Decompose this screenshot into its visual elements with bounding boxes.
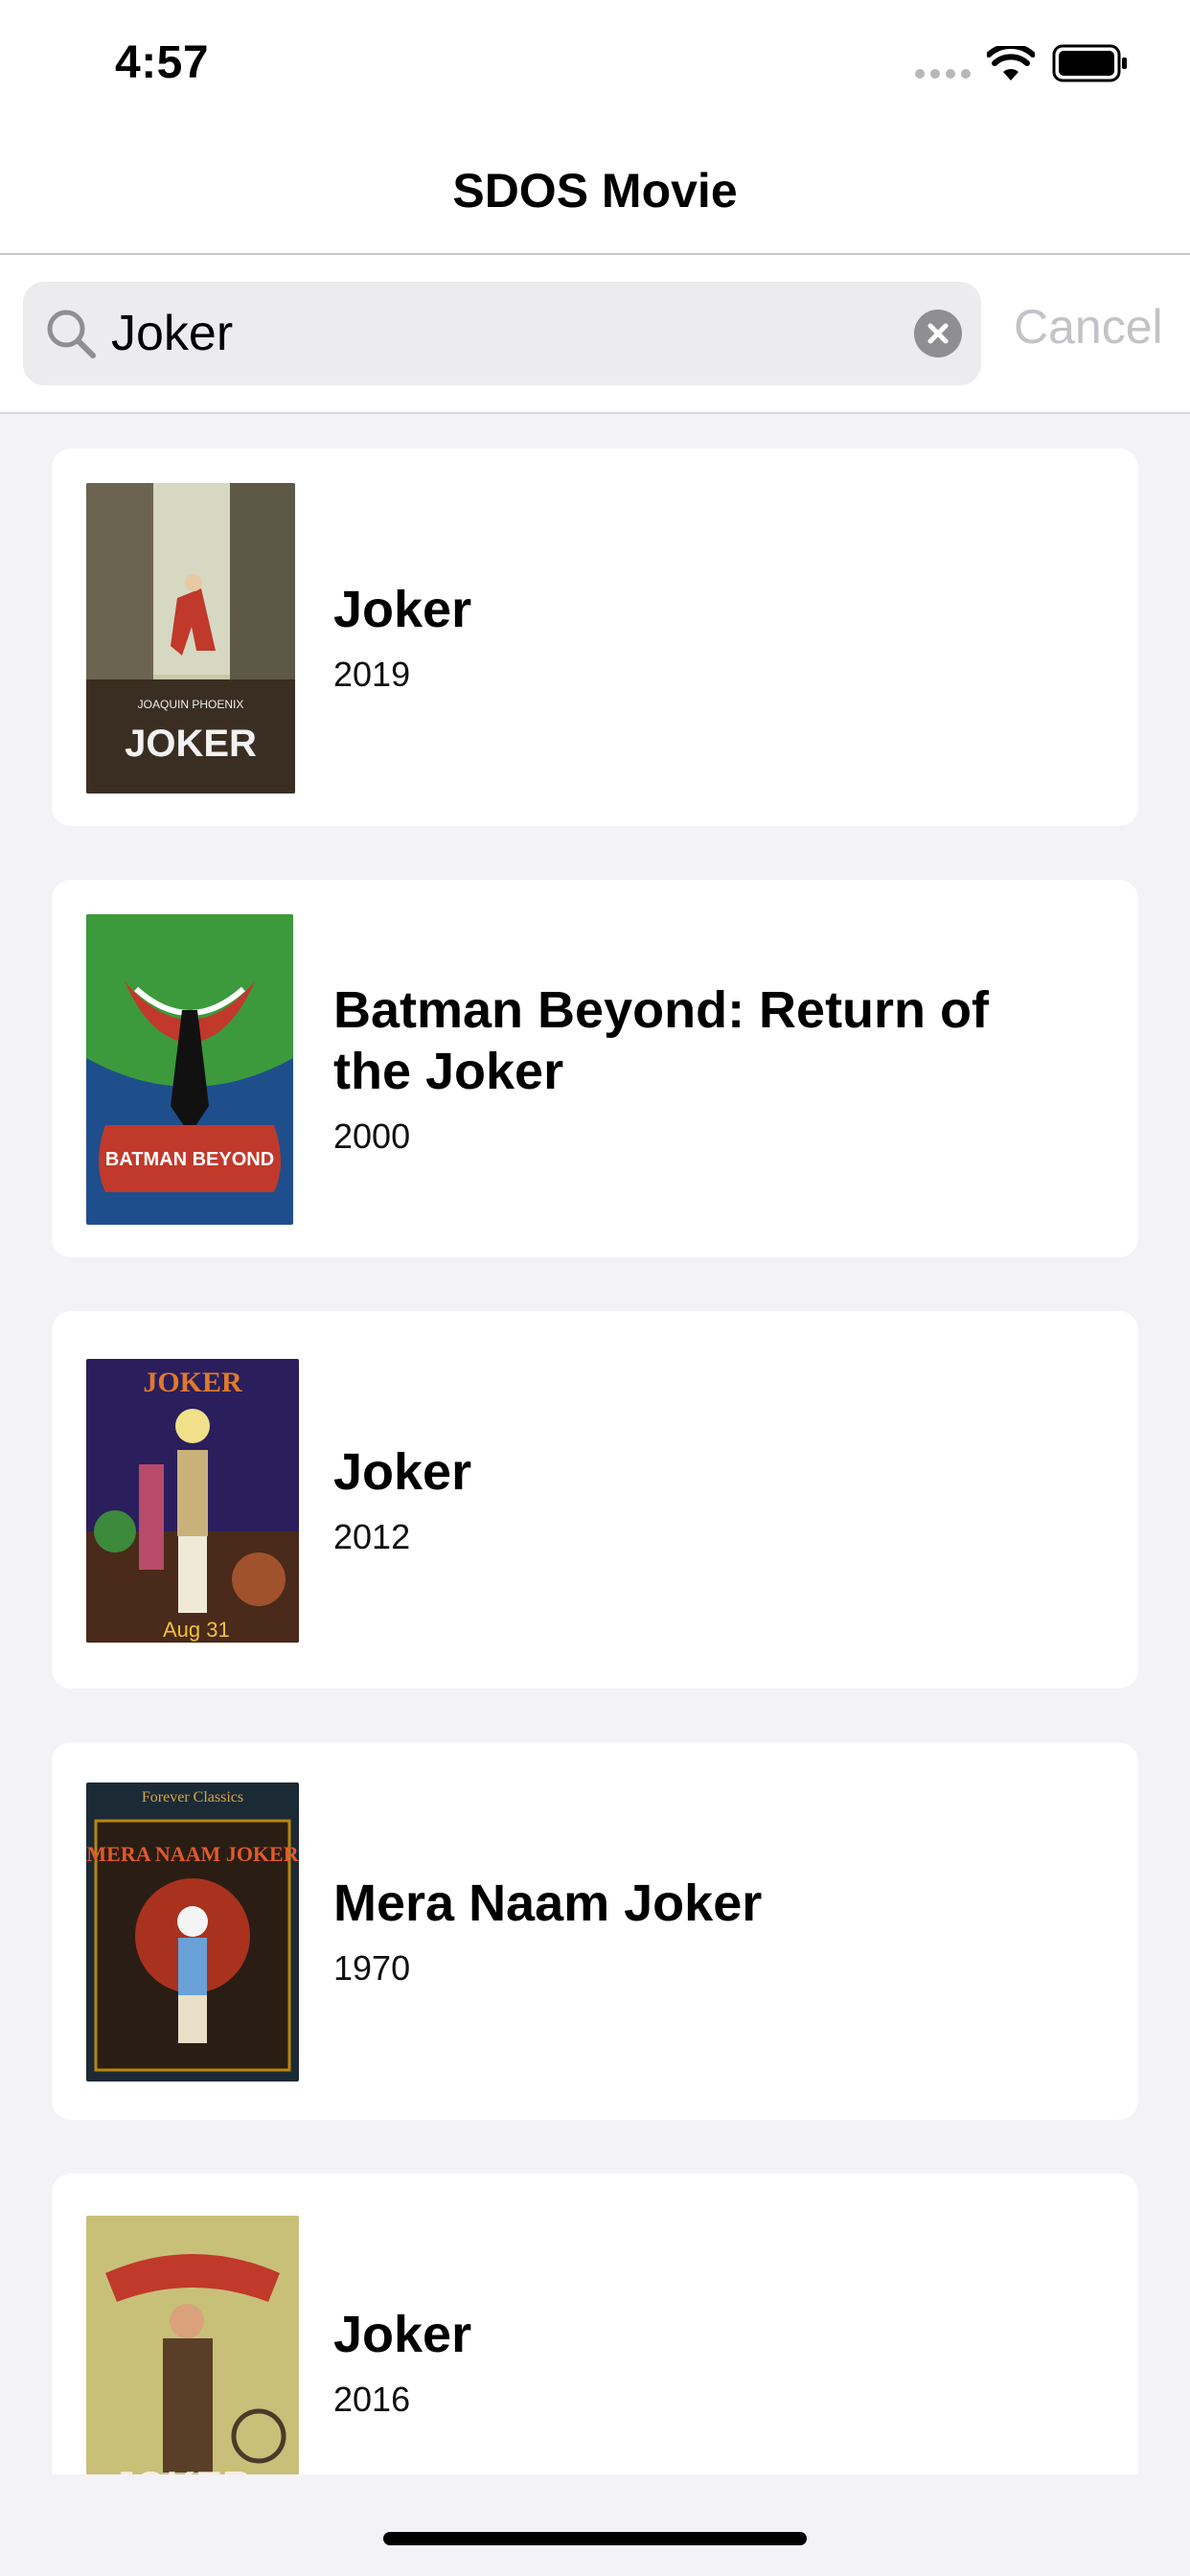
cancel-button[interactable]: Cancel bbox=[1014, 299, 1163, 355]
movie-poster: JOKER Aug 31 bbox=[86, 1359, 299, 1643]
movie-card[interactable]: JOKER Aug 31 Joker 2012 bbox=[52, 1311, 1138, 1689]
movie-poster: BATMAN BEYOND bbox=[86, 914, 293, 1225]
search-input[interactable] bbox=[111, 301, 906, 366]
search-bar: Cancel bbox=[0, 255, 1190, 414]
movie-info: Joker 2012 bbox=[333, 1311, 1062, 1689]
movie-title: Joker bbox=[333, 1443, 472, 1501]
poster-caption: MERA NAAM JOKER bbox=[86, 1842, 299, 1866]
movie-title: Batman Beyond: Return of the Joker bbox=[333, 981, 990, 1100]
movie-info: Joker 2019 bbox=[333, 448, 1062, 826]
movie-info: Mera Naam Joker 1970 bbox=[333, 1742, 1062, 2120]
movie-poster: JOAQUIN PHOENIX JOKER bbox=[86, 483, 295, 794]
movie-poster: JOKER bbox=[86, 2216, 299, 2474]
poster-caption: BATMAN BEYOND bbox=[105, 1149, 274, 1170]
movie-info: Batman Beyond: Return of the Joker 2000 bbox=[333, 880, 1062, 1257]
movie-year: 1970 bbox=[333, 1948, 411, 1988]
svg-text:Forever Classics: Forever Classics bbox=[142, 1789, 243, 1806]
status-time: 4:57 bbox=[115, 37, 210, 88]
movie-year: 2012 bbox=[333, 1517, 411, 1556]
search-field[interactable] bbox=[23, 282, 981, 385]
svg-text:JOAQUIN PHOENIX: JOAQUIN PHOENIX bbox=[138, 698, 244, 711]
movie-card[interactable]: BATMAN BEYOND Batman Beyond: Return of t… bbox=[52, 880, 1138, 1257]
search-icon bbox=[47, 310, 96, 358]
movie-list: JOAQUIN PHOENIX JOKER Joker 2019 BATMAN … bbox=[0, 414, 1190, 2474]
movie-card[interactable]: Forever Classics MERA NAAM JOKER Mera Na… bbox=[52, 1742, 1138, 2120]
movie-card[interactable]: JOAQUIN PHOENIX JOKER Joker 2019 bbox=[52, 448, 1138, 826]
cellular-signal-icon bbox=[915, 69, 971, 80]
movie-poster: Forever Classics MERA NAAM JOKER bbox=[86, 1782, 299, 2082]
svg-text:Aug 31: Aug 31 bbox=[163, 1618, 230, 1642]
battery-icon bbox=[1052, 44, 1127, 82]
poster-caption: JOKER bbox=[113, 2463, 252, 2474]
movie-title: Joker bbox=[333, 581, 472, 638]
poster-caption: JOKER bbox=[143, 1367, 242, 1398]
movie-title: Joker bbox=[333, 2306, 472, 2363]
status-bar: 4:57 bbox=[0, 0, 1190, 126]
close-icon bbox=[927, 323, 949, 344]
movie-year: 2000 bbox=[333, 1116, 411, 1156]
poster-caption: JOKER bbox=[125, 723, 257, 765]
clear-search-button[interactable] bbox=[914, 310, 962, 357]
movie-card[interactable]: JOKER Joker 2016 bbox=[52, 2174, 1138, 2474]
movie-year: 2016 bbox=[333, 2380, 411, 2419]
movie-title: Mera Naam Joker bbox=[333, 1874, 763, 1932]
movie-info: Joker 2016 bbox=[333, 2174, 1062, 2474]
page-title: SDOS Movie bbox=[452, 164, 738, 218]
navigation-bar: SDOS Movie bbox=[0, 126, 1190, 255]
wifi-icon bbox=[987, 46, 1035, 80]
movie-year: 2019 bbox=[333, 655, 411, 694]
home-indicator[interactable] bbox=[383, 2532, 807, 2545]
